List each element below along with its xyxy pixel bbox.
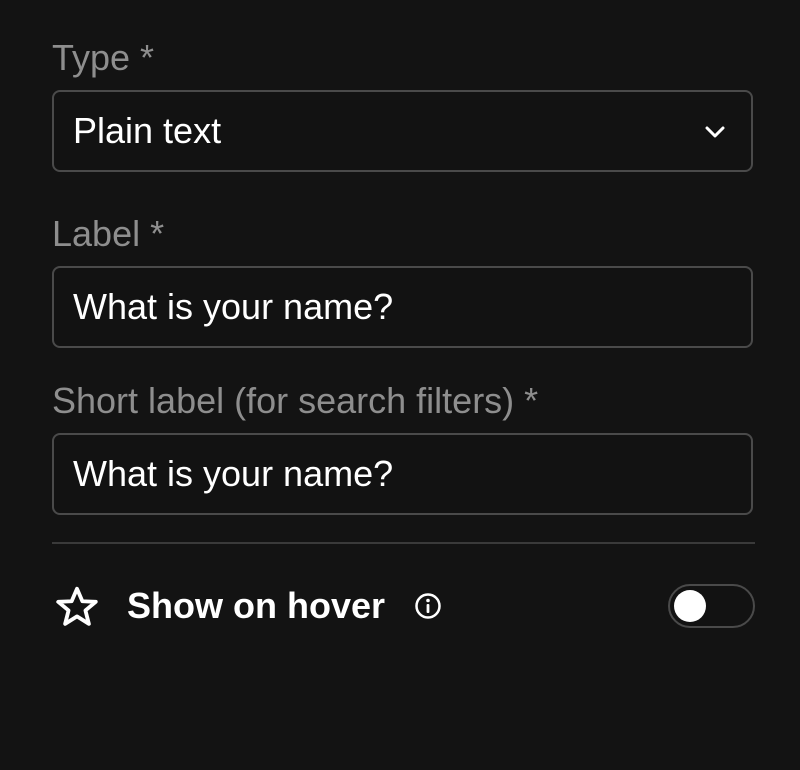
chevron-down-icon [705, 126, 725, 138]
toggle-knob [674, 590, 706, 622]
label-field[interactable] [52, 266, 753, 348]
show-on-hover-label: Show on hover [127, 585, 386, 626]
type-select-value: Plain text [73, 110, 222, 151]
short-label-label: Short label (for search filters) * [52, 380, 539, 421]
label-input[interactable] [73, 286, 713, 328]
show-on-hover-toggle[interactable] [668, 584, 755, 628]
short-label-field[interactable] [52, 433, 753, 515]
short-label-input[interactable] [73, 453, 713, 495]
show-on-hover-row: Show on hover [52, 578, 755, 634]
star-icon [56, 586, 98, 626]
type-select[interactable]: Plain text [52, 90, 753, 172]
type-label: Type * [52, 37, 155, 78]
info-icon[interactable] [414, 592, 442, 620]
divider [52, 542, 755, 544]
field-settings-panel: Type * Plain text Label * Short label (f… [0, 0, 800, 770]
label-label: Label * [52, 213, 165, 254]
